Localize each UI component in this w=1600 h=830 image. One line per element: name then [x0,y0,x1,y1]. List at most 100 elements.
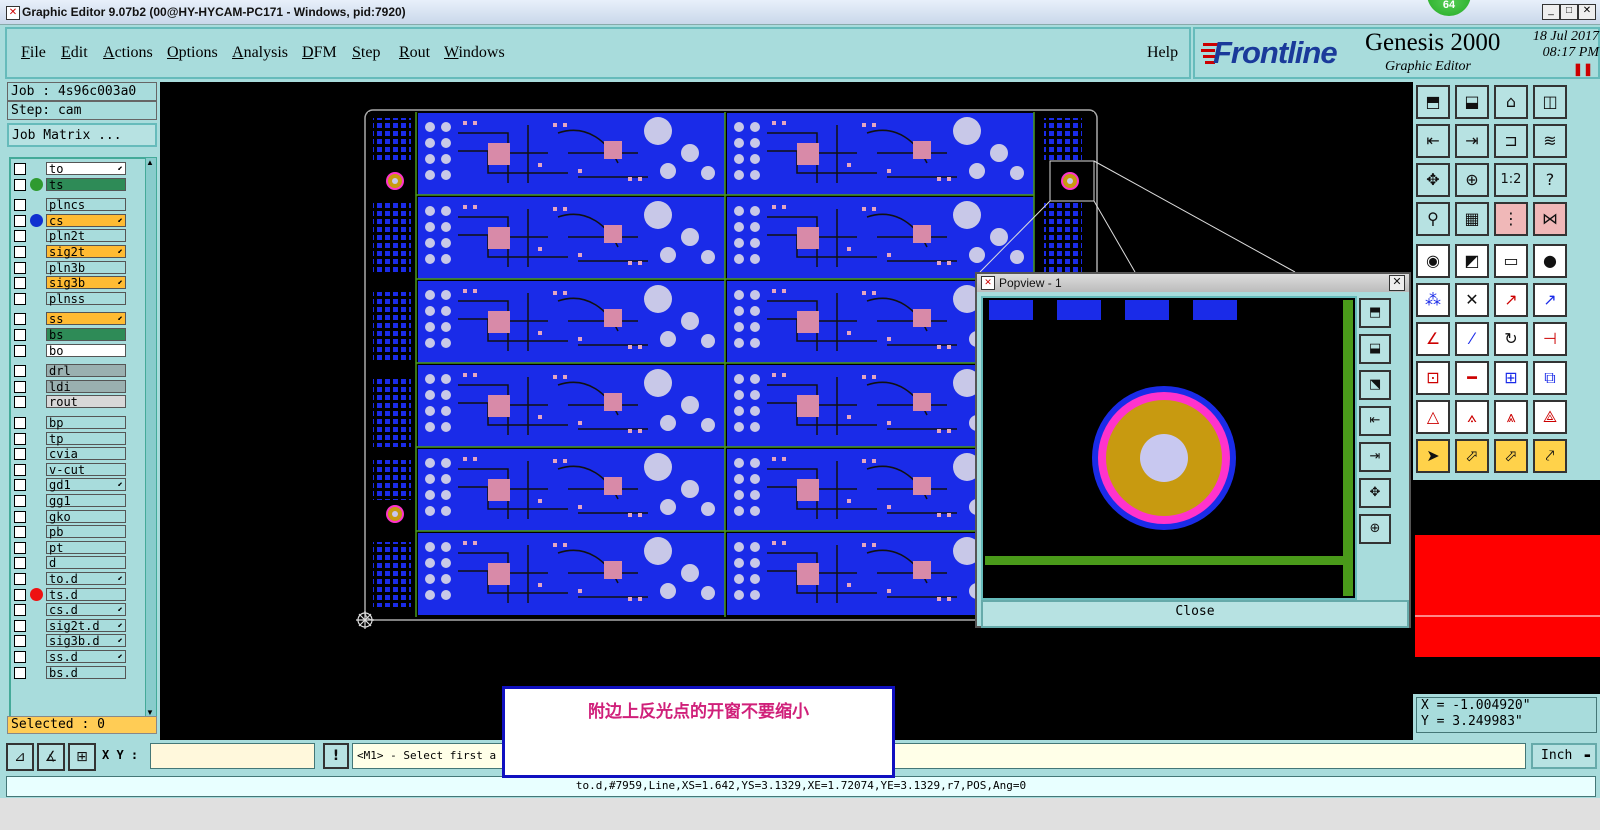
layer-row[interactable]: sig3b ⬋ [11,276,141,290]
layer-checkbox[interactable] [14,479,26,492]
layer-name[interactable]: sig2t ⬋ [46,245,126,259]
layer-checkbox[interactable] [14,261,26,274]
layer-checkbox[interactable] [14,463,26,476]
minimize-button[interactable]: _ [1542,4,1560,20]
pv-center-button[interactable]: ⊕ [1359,514,1391,544]
zoom-out-button[interactable]: ⇥ [1455,124,1489,158]
center-button[interactable]: ⊞ [1494,361,1528,395]
layer-name[interactable]: sig2t.d ⬋ [46,618,126,632]
measure-tool-button[interactable]: ⚲ [1416,202,1450,236]
select-box-button[interactable]: ⬀ [1455,439,1489,473]
pan-button[interactable]: ⊐ [1494,124,1528,158]
xy-input[interactable] [150,743,315,769]
home-button[interactable]: ⌂ [1494,85,1528,119]
popview-canvas[interactable] [981,296,1357,600]
layer-name[interactable]: pt [46,540,126,554]
angle-tool-button[interactable]: ∠ [1416,322,1450,356]
layer-checkbox[interactable] [14,313,26,326]
layer-name[interactable]: cvia [46,447,126,461]
layer-row[interactable]: gg1 [11,494,141,508]
layer-row[interactable]: ts.d [11,587,141,602]
layer-row[interactable]: plnss [11,291,141,306]
zoom-in-button[interactable]: ⇤ [1416,124,1450,158]
pv-fit-button[interactable]: ✥ [1359,478,1391,508]
arrow-tool-button[interactable]: ↗ [1494,283,1528,317]
layer-row[interactable]: v-cut [11,462,141,477]
node-tool-button[interactable]: ⁂ [1416,283,1450,317]
layer-checkbox[interactable] [14,573,26,585]
layer-row[interactable]: bs.d [11,665,141,680]
layer-row[interactable]: sig2t ⬋ [11,245,141,259]
layer-checkbox[interactable] [14,526,26,539]
layer-name[interactable]: pln2t [46,229,126,243]
layer-checkbox[interactable] [14,510,26,523]
layer-name[interactable]: sig3b.d ⬋ [46,634,126,648]
layer-name[interactable]: pln3b [46,260,126,274]
job-matrix-button[interactable]: Job Matrix ... [7,123,157,147]
layer-checkbox[interactable] [14,214,26,227]
triangle-b-button[interactable]: ⟑ [1455,400,1489,434]
snap-grid-button[interactable]: ⊿ [6,743,34,771]
layer-row[interactable]: ldi [11,379,141,394]
help-button[interactable]: ? [1533,163,1567,197]
zoom-1to2-button[interactable]: 1:2 [1494,163,1528,197]
popview-close-button[interactable]: Close [981,600,1409,628]
layer-name[interactable]: bo [46,343,126,357]
maximize-button[interactable]: □ [1560,4,1578,20]
menu-step[interactable]: Step [352,44,380,62]
menu-windows[interactable]: Windows [444,44,505,62]
cut-line-button[interactable]: ━ [1455,361,1489,395]
layer-name[interactable]: ldi [46,379,126,393]
layer-row[interactable]: bs [11,328,141,342]
menu-actions[interactable]: Actions [103,44,153,62]
layer-name[interactable]: ts.d [46,587,126,601]
layer-name[interactable]: gko [46,509,126,523]
fit-screen-button[interactable]: ✥ [1416,163,1450,197]
layer-name[interactable]: ts [46,177,126,191]
layer-name[interactable]: ss.d ⬋ [46,650,126,664]
pv-zoom-in-button[interactable]: ⬒ [1359,298,1391,328]
layer-row[interactable]: cvia [11,447,141,461]
rotate-tool-button[interactable]: ↻ [1494,322,1528,356]
zoom-area-button[interactable]: ⊕ [1455,163,1489,197]
layer-row[interactable]: bp [11,416,141,430]
redraw-button[interactable]: ≋ [1533,124,1567,158]
layer-row[interactable]: plncs [11,198,141,212]
layer-name[interactable]: bp [46,416,126,430]
layer-name[interactable]: gg1 [46,494,126,508]
layer-checkbox[interactable] [14,651,26,663]
layer-name[interactable]: rout [46,395,126,409]
layer-row[interactable]: to.d ⬋ [11,572,141,586]
layer-row[interactable]: pt [11,540,141,555]
layer-row[interactable]: cs.d ⬋ [11,603,141,617]
layer-checkbox[interactable] [14,604,26,617]
layer-checkbox[interactable] [14,432,26,445]
triangle-c-button[interactable]: ⩓ [1494,400,1528,434]
line-tool-button[interactable]: ◩ [1455,244,1489,278]
layer-row[interactable]: ts [11,177,141,192]
layer-row[interactable]: to ⬋ [11,162,141,176]
menu-edit[interactable]: Edit [61,44,88,62]
layer-checkbox[interactable] [14,380,26,393]
layer-checkbox[interactable] [14,365,26,378]
layer-checkbox[interactable] [14,230,26,243]
layer-checkbox[interactable] [14,277,26,290]
menu-dfm[interactable]: DFM [302,44,337,62]
layer-row[interactable]: pln2t [11,229,141,243]
pv-left-button[interactable]: ⇤ [1359,406,1391,436]
layer-name[interactable]: pb [46,525,126,539]
layer-name[interactable]: v-cut [46,462,126,476]
layer-checkbox[interactable] [14,246,26,258]
layer-row[interactable]: gko [11,509,141,524]
menu-options[interactable]: Options [167,44,218,62]
layer-name[interactable]: cs.d ⬋ [46,603,126,617]
save-step-button[interactable]: ⬓ [1455,85,1489,119]
layer-row[interactable]: rout [11,395,141,409]
select-pad-button[interactable]: ⊡ [1416,361,1450,395]
layer-row[interactable]: drl [11,364,141,378]
layer-row[interactable]: pln3b [11,260,141,275]
pv-down-button[interactable]: ⬔ [1359,370,1391,400]
layer-checkbox[interactable] [14,666,26,679]
triangle-a-button[interactable]: △ [1416,400,1450,434]
layer-checkbox[interactable] [14,635,26,648]
